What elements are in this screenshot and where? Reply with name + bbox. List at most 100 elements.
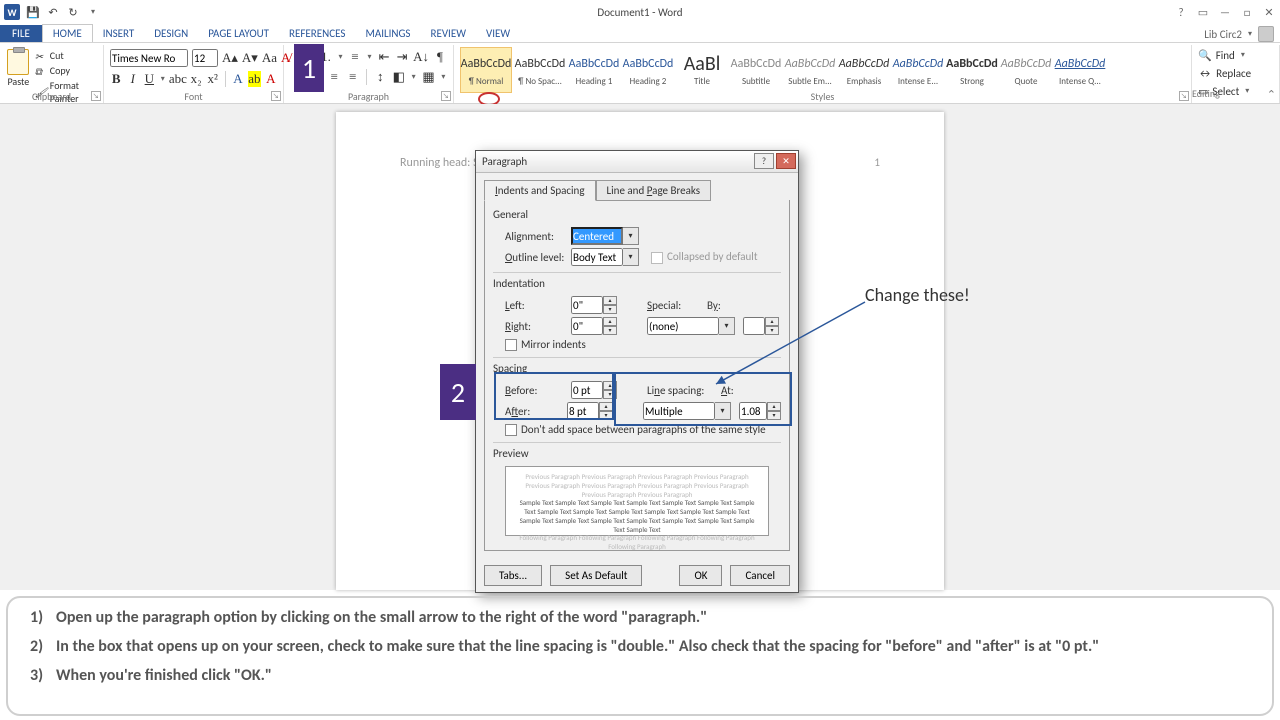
ribbon-display-icon[interactable]: ▭: [1196, 5, 1210, 19]
paragraph-launcher[interactable]: ↘: [441, 91, 451, 101]
dialog-titlebar[interactable]: Paragraph ? ✕: [476, 151, 798, 173]
sort-icon[interactable]: A↓: [413, 49, 429, 65]
callout-1: 1: [294, 44, 324, 92]
decrease-indent-icon[interactable]: ⇤: [377, 49, 391, 65]
tab-review[interactable]: REVIEW: [420, 25, 476, 42]
tab-design[interactable]: DESIGN: [144, 25, 198, 42]
signed-in-user[interactable]: Lib Circ2 ▾: [1204, 26, 1280, 42]
style-title[interactable]: AaBlTitle: [676, 47, 728, 93]
dialog-help-icon[interactable]: ?: [754, 153, 774, 169]
shrink-font-icon[interactable]: A▾: [242, 50, 258, 66]
grow-font-icon[interactable]: A▴: [222, 50, 238, 66]
paste-icon: [7, 49, 29, 75]
style-intense-q-[interactable]: AaBbCcDdIntense Q...: [1054, 47, 1106, 93]
tab-line-page-breaks[interactable]: Line and Page Breaks: [596, 180, 712, 201]
tab-indents-spacing[interactable]: Indents and Spacing: [484, 180, 596, 201]
line-spacing-icon[interactable]: ↕: [373, 69, 388, 85]
font-size-input[interactable]: [192, 49, 218, 67]
special-select[interactable]: ▾: [647, 317, 735, 335]
tabs-button[interactable]: Tabs...: [484, 565, 542, 586]
cancel-button[interactable]: Cancel: [730, 565, 790, 586]
set-default-button[interactable]: Set As Default: [550, 565, 642, 586]
outline-select[interactable]: ▾: [571, 248, 639, 266]
help-icon[interactable]: ?: [1174, 5, 1188, 19]
indent-right-input[interactable]: ▴▾: [571, 317, 617, 335]
show-marks-icon[interactable]: ¶: [433, 49, 447, 65]
font-launcher[interactable]: ↘: [271, 91, 281, 101]
tab-view[interactable]: VIEW: [476, 25, 520, 42]
tab-mailings[interactable]: MAILINGS: [355, 25, 420, 42]
underline-dropdown-icon[interactable]: ▾: [160, 71, 166, 87]
save-icon[interactable]: 💾: [26, 5, 40, 19]
indent-left-input[interactable]: ▴▾: [571, 296, 617, 314]
at-input[interactable]: ▴▾: [739, 402, 781, 420]
tab-references[interactable]: REFERENCES: [279, 25, 355, 42]
tab-insert[interactable]: INSERT: [93, 25, 145, 42]
italic-button[interactable]: I: [127, 71, 140, 87]
ok-button[interactable]: OK: [679, 565, 722, 586]
dialog-title: Paragraph: [482, 155, 527, 168]
undo-icon[interactable]: ↶: [46, 5, 60, 19]
underline-button[interactable]: U: [143, 71, 156, 87]
bold-button[interactable]: B: [110, 71, 123, 87]
find-button[interactable]: 🔍 Find ▾: [1198, 47, 1273, 63]
tab-home[interactable]: HOME: [42, 24, 93, 42]
alignment-select[interactable]: ▾: [571, 227, 639, 245]
by-input[interactable]: ▴▾: [743, 317, 779, 335]
close-window-icon[interactable]: ✕: [1262, 5, 1276, 19]
font-family-input[interactable]: [110, 49, 188, 67]
no-add-space-checkbox[interactable]: Don't add space between paragraphs of th…: [505, 423, 781, 436]
align-right-icon[interactable]: ≡: [327, 69, 342, 85]
style-intense-e-[interactable]: AaBbCcDdIntense E...: [892, 47, 944, 93]
change-these-annotation: Change these!: [865, 284, 970, 306]
text-effects-icon[interactable]: A: [232, 71, 245, 87]
style-subtle-em-[interactable]: AaBbCcDdSubtle Em...: [784, 47, 836, 93]
superscript-button[interactable]: x²: [206, 71, 219, 87]
outline-label: Outline level:: [505, 251, 571, 264]
style--normal[interactable]: AaBbCcDd¶ Normal: [460, 47, 512, 93]
replace-button[interactable]: ↔ Replace: [1198, 65, 1273, 81]
cut-button[interactable]: ✂Cut: [35, 49, 97, 62]
after-input[interactable]: ▴▾: [567, 402, 613, 420]
before-input[interactable]: ▴▾: [571, 381, 617, 399]
font-color-icon[interactable]: A: [265, 71, 278, 87]
clipboard-launcher[interactable]: ↘: [91, 91, 101, 101]
line-spacing-select[interactable]: ▾: [643, 402, 731, 420]
group-styles: AaBbCcDd¶ NormalAaBbCcDd¶ No Spac...AaBb…: [454, 45, 1192, 103]
paste-button[interactable]: Paste: [6, 47, 31, 89]
redo-icon[interactable]: ↻: [66, 5, 80, 19]
increase-indent-icon[interactable]: ⇥: [395, 49, 409, 65]
collapse-ribbon-icon[interactable]: ⌃: [1267, 88, 1276, 101]
change-case-icon[interactable]: Aa: [262, 50, 277, 66]
user-dropdown-icon: ▾: [1246, 26, 1254, 42]
styles-gallery[interactable]: AaBbCcDd¶ NormalAaBbCcDd¶ No Spac...AaBb…: [460, 47, 1185, 95]
style-subtitle[interactable]: AaBbCcDdSubtitle: [730, 47, 782, 93]
style-strong[interactable]: AaBbCcDdStrong: [946, 47, 998, 93]
maximize-icon[interactable]: □: [1240, 5, 1254, 19]
dialog-close-icon[interactable]: ✕: [776, 153, 796, 169]
styles-group-label: Styles: [454, 90, 1191, 103]
copy-button[interactable]: ⧉Copy: [35, 64, 97, 77]
tab-file[interactable]: FILE: [0, 25, 42, 42]
multilevel-icon[interactable]: ≡: [348, 49, 362, 65]
style-emphasis[interactable]: AaBbCcDdEmphasis: [838, 47, 890, 93]
shading-icon[interactable]: ◧: [391, 69, 406, 85]
group-font: A▴ A▾ Aa A̸ B I U ▾ abc x₂ x² A ab A Fon…: [104, 45, 284, 103]
subscript-button[interactable]: x₂: [190, 71, 203, 87]
style-quote[interactable]: AaBbCcDdQuote: [1000, 47, 1052, 93]
justify-icon[interactable]: ≡: [346, 69, 361, 85]
tab-pagelayout[interactable]: PAGE LAYOUT: [198, 25, 279, 42]
styles-launcher[interactable]: ↘: [1179, 91, 1189, 101]
borders-icon[interactable]: ▦: [421, 69, 436, 85]
style-heading-1[interactable]: AaBbCcDdHeading 1: [568, 47, 620, 93]
mirror-indents-checkbox[interactable]: Mirror indents: [505, 338, 781, 351]
style--no-spac-[interactable]: AaBbCcDd¶ No Spac...: [514, 47, 566, 93]
strikethrough-button[interactable]: abc: [170, 71, 186, 87]
after-label: After:: [505, 405, 567, 418]
style-heading-2[interactable]: AaBbCcDdHeading 2: [622, 47, 674, 93]
ribbon-tabs: FILE HOME INSERT DESIGN PAGE LAYOUT REFE…: [0, 24, 1280, 42]
dropdown-icon[interactable]: ▾: [623, 227, 639, 245]
minimize-icon[interactable]: —: [1218, 5, 1232, 19]
highlight-icon[interactable]: ab: [248, 71, 260, 87]
qat-dropdown-icon[interactable]: ▾: [86, 5, 100, 19]
